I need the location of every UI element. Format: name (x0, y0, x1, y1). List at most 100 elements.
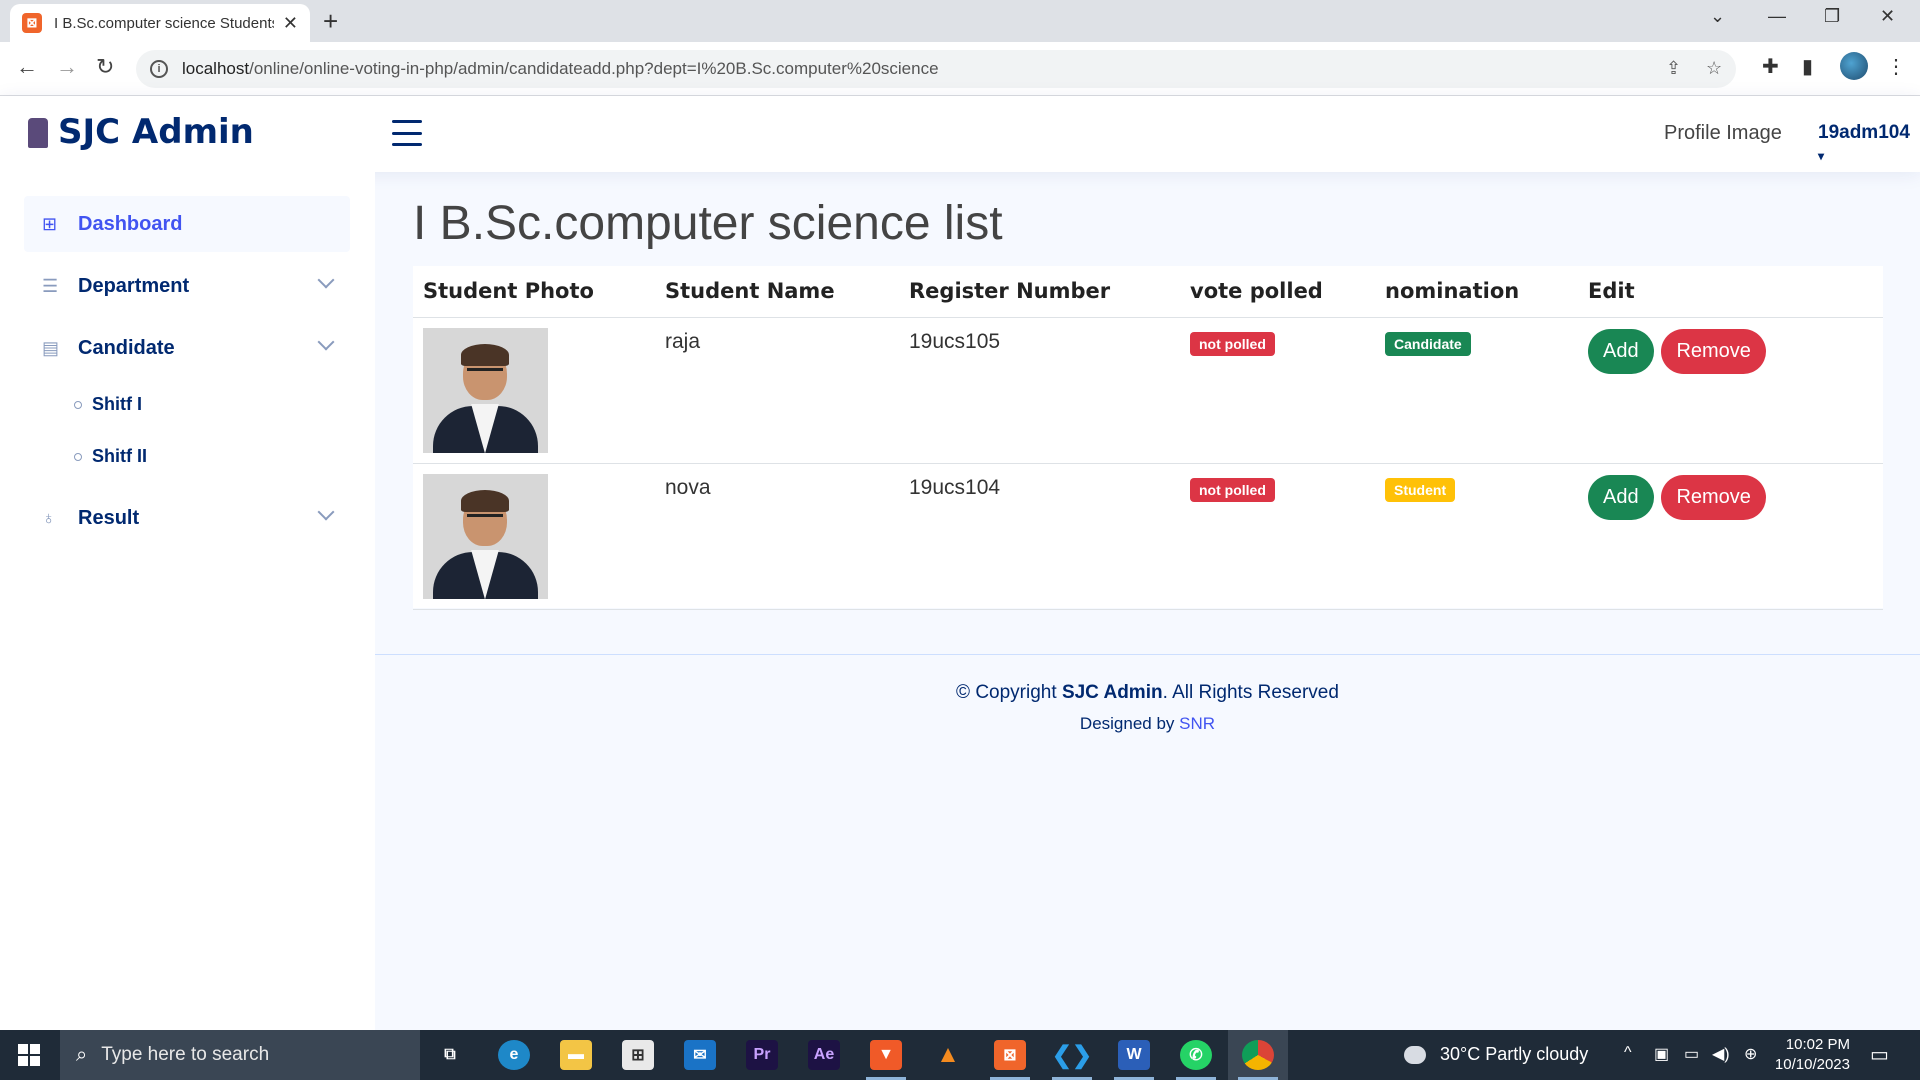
new-tab-icon[interactable]: + (323, 6, 338, 37)
sidebar: ⊞ Dashboard ☰ Department ▤ Candidate Shi… (0, 172, 375, 1030)
add-button[interactable]: Add (1588, 328, 1654, 374)
profile-image[interactable]: Profile Image (1664, 122, 1782, 145)
vlc-icon[interactable]: ▲ (932, 1040, 964, 1070)
column-header: Edit (1578, 266, 1883, 318)
bookmark-star-icon[interactable]: ☆ (1706, 58, 1722, 79)
language-globe-icon[interactable]: ⊕ (1744, 1044, 1757, 1064)
browser-tab[interactable]: ⊠ I B.Sc.computer science Students ✕ (10, 4, 310, 42)
battery-icon[interactable]: ▭ (1684, 1044, 1699, 1064)
close-window-icon[interactable]: ✕ (1880, 6, 1895, 27)
designer-link[interactable]: SNR (1179, 714, 1215, 733)
column-header: nomination (1375, 266, 1578, 318)
sidebar-subitem-label: Shitf I (92, 394, 142, 414)
username: 19adm104 (1818, 122, 1910, 143)
app-header: SJC Admin Profile Image 19adm104 ▾ (0, 96, 1920, 172)
register-number: 19ucs105 (909, 329, 1001, 353)
tab-title: I B.Sc.computer science Students (54, 14, 274, 32)
remove-button[interactable]: Remove (1661, 328, 1766, 374)
chevron-down-icon (317, 271, 335, 289)
sidebar-item-label: Candidate (78, 336, 175, 359)
profile-dropdown[interactable]: 19adm104 ▾ (1818, 122, 1920, 166)
file-explorer-icon[interactable]: ▬ (560, 1040, 592, 1070)
meet-now-icon[interactable]: ▣ (1654, 1044, 1669, 1064)
edge-icon[interactable]: e (498, 1040, 530, 1070)
xampp-icon[interactable]: ⊠ (994, 1040, 1026, 1070)
footer-credits: Designed by SNR (375, 714, 1920, 734)
sidebar-item-dashboard[interactable]: ⊞ Dashboard (24, 196, 350, 252)
column-header: Student Name (655, 266, 899, 318)
minimize-icon[interactable]: — (1768, 6, 1786, 27)
caret-down-icon: ▾ (1818, 149, 1825, 163)
browser-toolbar: ← → ↻ i localhost/online/online-voting-i… (0, 42, 1920, 96)
table-row: nova 19ucs104 not polled Student Add Rem… (413, 463, 1883, 610)
page-title: I B.Sc.computer science list (413, 197, 1003, 250)
circle-icon (74, 400, 82, 409)
sidebar-item-result[interactable]: ♁ Result (24, 490, 350, 546)
store-icon[interactable]: ⊞ (622, 1040, 654, 1070)
mail-icon[interactable]: ✉ (684, 1040, 716, 1070)
restore-icon[interactable]: ❐ (1824, 6, 1840, 27)
show-hidden-icons-chevron-icon[interactable]: ^ (1624, 1044, 1632, 1062)
chrome-menu-icon[interactable]: ⋮ (1886, 54, 1906, 79)
nomination-badge: Candidate (1385, 331, 1471, 356)
sidebar-item-label: Dashboard (78, 212, 183, 235)
sidebar-item-label: Result (78, 506, 140, 529)
whatsapp-icon[interactable]: ✆ (1180, 1040, 1212, 1070)
tab-search-chevron-icon[interactable]: ⌄ (1710, 6, 1725, 27)
volume-icon[interactable]: ◀) (1712, 1044, 1730, 1064)
tab-close-icon[interactable]: ✕ (283, 13, 298, 34)
copyright-suffix: . All Rights Reserved (1162, 682, 1339, 703)
student-photo (423, 327, 548, 453)
notifications-icon[interactable]: ▭ (1870, 1042, 1889, 1067)
table-row: raja 19ucs105 not polled Candidate Add R… (413, 317, 1883, 464)
word-icon[interactable]: W (1118, 1040, 1150, 1070)
chrome-profile-avatar[interactable] (1840, 52, 1868, 80)
windows-taskbar: ⌕ Type here to search ⧉ e ▬ ⊞ ✉ Pr Ae ▼ … (0, 1030, 1920, 1080)
weather-widget[interactable]: 30°C Partly cloudy (1404, 1044, 1588, 1065)
reload-icon[interactable]: ↻ (96, 54, 114, 80)
sidebar-subitem-shift-1[interactable]: Shitf I (74, 394, 142, 415)
add-button[interactable]: Add (1588, 474, 1654, 520)
extensions-puzzle-icon[interactable]: ✚ (1762, 54, 1779, 79)
footer-divider (375, 654, 1920, 655)
document-icon: ▤ (42, 337, 60, 358)
vote-status-badge: not polled (1190, 331, 1275, 356)
footer-copyright: © Copyright SJC Admin. All Rights Reserv… (375, 682, 1920, 704)
sidebar-item-department[interactable]: ☰ Department (24, 258, 350, 314)
vote-status-badge: not polled (1190, 477, 1275, 502)
sidebar-toggle-icon[interactable] (392, 120, 422, 146)
student-name: nova (665, 475, 711, 499)
sidebar-subitem-shift-2[interactable]: Shitf II (74, 446, 147, 467)
list-icon: ☰ (42, 275, 59, 296)
forward-icon[interactable]: → (56, 54, 78, 80)
copyright-prefix: © Copyright (956, 682, 1057, 703)
site-info-icon[interactable]: i (150, 60, 168, 78)
chevron-down-icon (317, 333, 335, 351)
sidebar-subitem-label: Shitf II (92, 446, 147, 466)
column-header: Student Photo (413, 266, 655, 318)
copyright-brand: SJC Admin (1061, 682, 1163, 703)
brave-icon[interactable]: ▼ (870, 1040, 902, 1070)
students-table: Student Photo Student Name Register Numb… (413, 266, 1883, 610)
url-host: localhost (182, 59, 250, 78)
search-icon: ⌕ (76, 1043, 88, 1066)
after-effects-icon[interactable]: Ae (808, 1040, 840, 1070)
designed-prefix: Designed by (1079, 714, 1175, 733)
system-clock[interactable]: 10:02 PM 10/10/2023 (1760, 1035, 1850, 1075)
windows-start-icon[interactable] (18, 1044, 40, 1066)
taskbar-search[interactable]: ⌕ Type here to search (60, 1030, 420, 1080)
premiere-icon[interactable]: Pr (746, 1040, 778, 1070)
remove-button[interactable]: Remove (1661, 474, 1766, 520)
side-panel-icon[interactable]: ▮ (1802, 54, 1813, 79)
vscode-icon[interactable]: ❮❯ (1052, 1040, 1092, 1070)
share-icon[interactable]: ⇪ (1666, 58, 1681, 79)
trophy-icon: ♁ (42, 507, 56, 528)
back-icon[interactable]: ← (16, 54, 38, 80)
task-view-icon[interactable]: ⧉ (434, 1040, 466, 1070)
circle-icon (74, 452, 82, 461)
chrome-icon[interactable] (1242, 1040, 1274, 1070)
sidebar-item-candidate[interactable]: ▤ Candidate (24, 320, 350, 376)
column-header: Register Number (899, 266, 1180, 318)
address-bar[interactable]: i localhost/online/online-voting-in-php/… (136, 50, 1736, 88)
brand-title[interactable]: SJC Admin (58, 112, 254, 152)
